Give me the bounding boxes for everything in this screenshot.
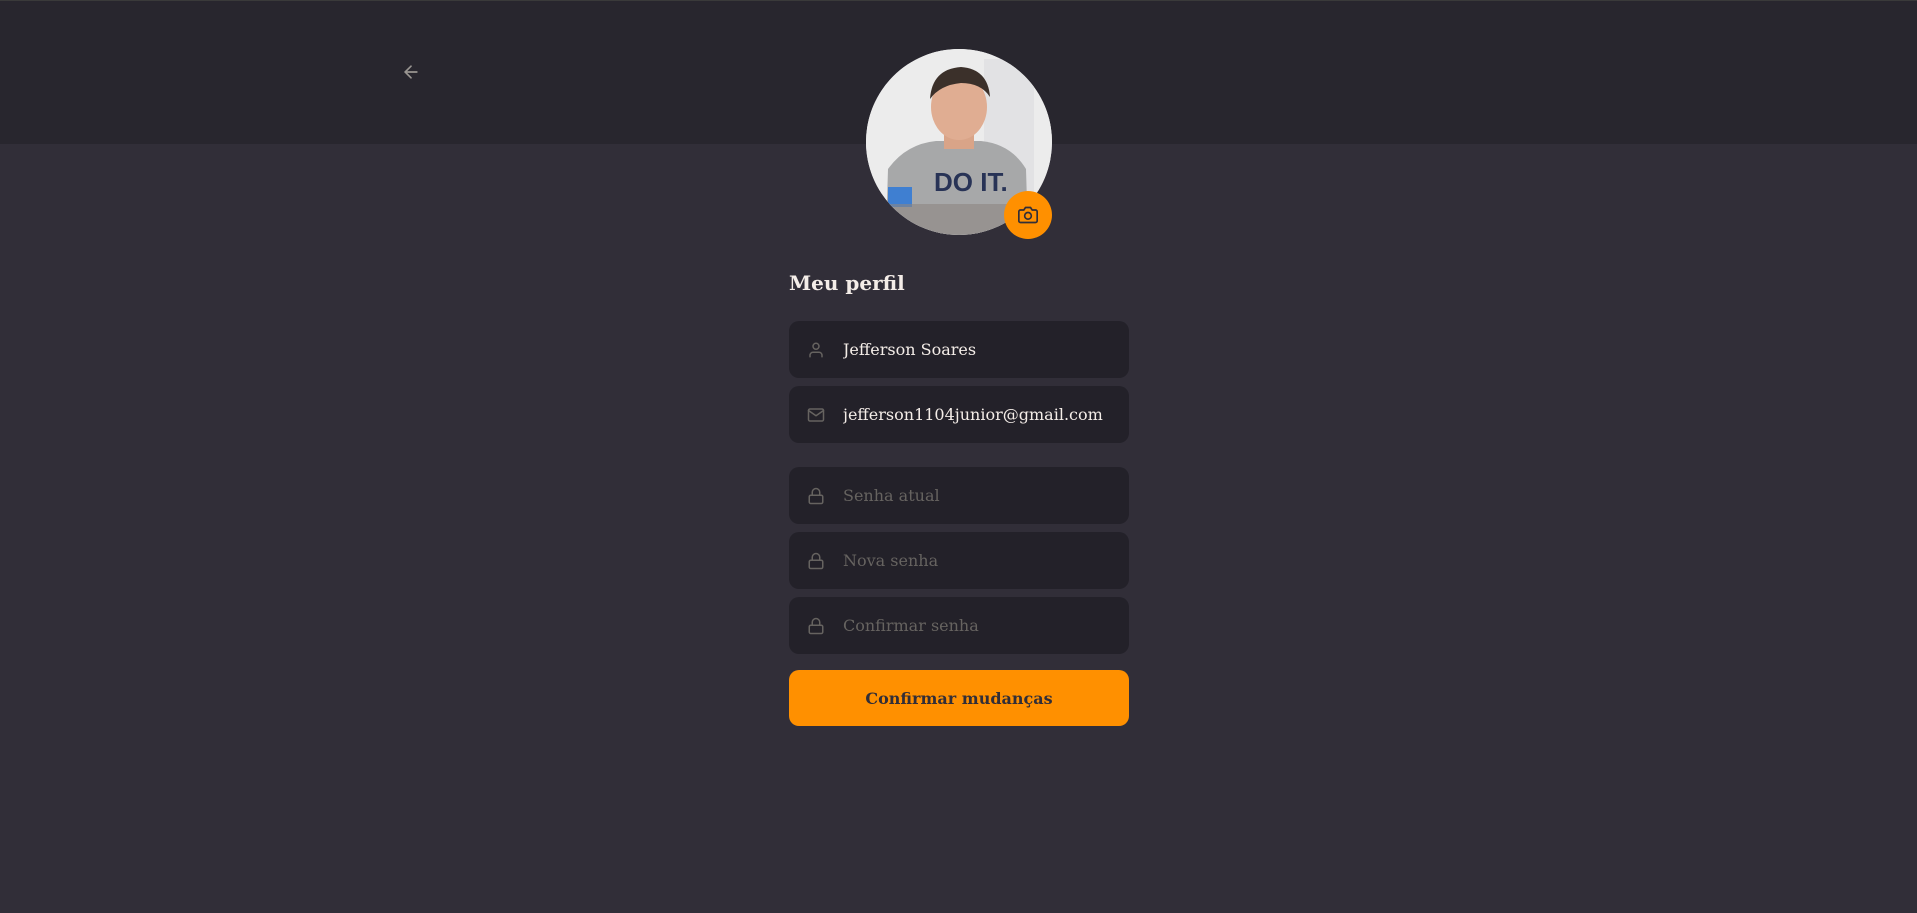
email-field[interactable] [789,386,1129,443]
current-password-input[interactable] [843,486,1123,505]
user-icon [805,339,827,361]
mail-icon [805,404,827,426]
page-title: Meu perfil [789,271,905,295]
confirm-password-input[interactable] [843,616,1123,635]
lock-icon [805,615,827,637]
back-button[interactable] [396,59,426,85]
new-password-input[interactable] [843,551,1123,570]
lock-icon [805,550,827,572]
confirm-password-field[interactable] [789,597,1129,654]
camera-icon [1018,206,1038,224]
lock-icon [805,485,827,507]
current-password-field[interactable] [789,467,1129,524]
name-input[interactable] [843,340,1123,359]
confirm-changes-button[interactable]: Confirmar mudanças [789,670,1129,726]
name-field[interactable] [789,321,1129,378]
svg-text:DO IT.: DO IT. [934,167,1008,197]
new-password-field[interactable] [789,532,1129,589]
change-avatar-button[interactable] [1004,191,1052,239]
email-input[interactable] [843,405,1123,424]
arrow-left-icon [404,65,418,79]
